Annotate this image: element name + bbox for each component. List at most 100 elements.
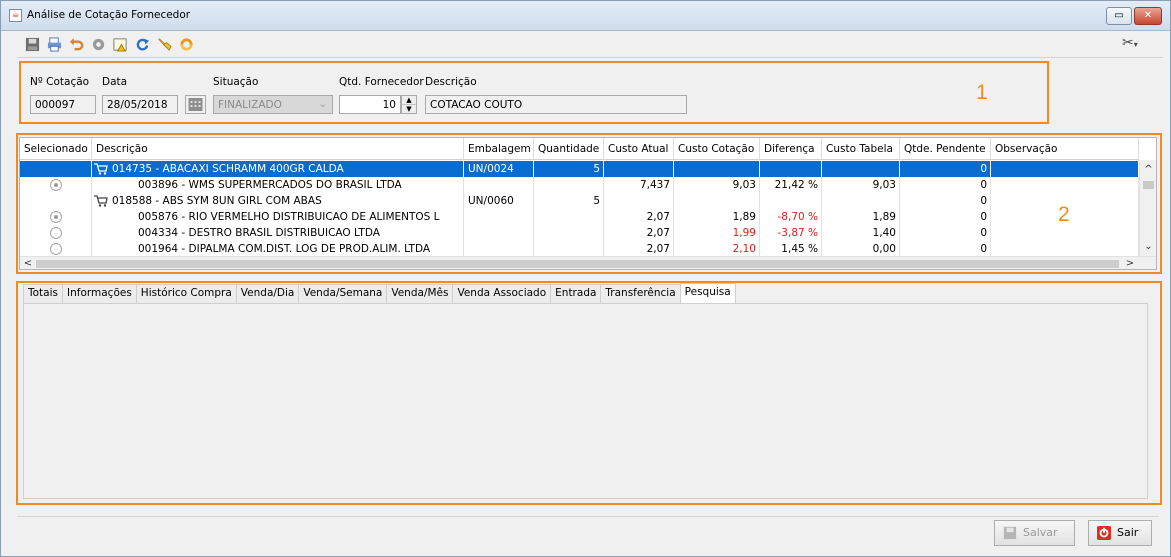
supplier-row[interactable]: 004334 - DESTRO BRASIL DISTRIBUICAO LTDA… — [20, 225, 1139, 241]
tab-historico-compra[interactable]: Histórico Compra — [135, 284, 237, 303]
column-header-custo-atual[interactable]: Custo Atual — [604, 138, 674, 160]
cell-qtde-pendente: 0 — [980, 227, 987, 239]
select-supplier-radio[interactable] — [50, 227, 62, 239]
tab-venda-associado[interactable]: Venda Associado — [452, 284, 552, 303]
cell-custo-tabela: 1,89 — [872, 211, 896, 223]
tab-transferencia[interactable]: Transferência — [600, 284, 681, 303]
descricao-field[interactable]: COTACAO COUTO — [425, 95, 687, 114]
descricao-text: 014735 - ABACAXI SCHRAMM 400GR CALDA — [112, 163, 344, 175]
tab-entrada[interactable]: Entrada — [550, 284, 602, 303]
chevron-down-icon: ⌄ — [318, 98, 327, 110]
supplier-row[interactable]: 005876 - RIO VERMELHO DISTRIBUICAO DE AL… — [20, 209, 1139, 225]
column-header-custo-cotacao[interactable]: Custo Cotação — [674, 138, 760, 160]
column-header-qtde-pendente[interactable]: Qtde. Pendente — [900, 138, 991, 160]
cell-quantidade: 5 — [593, 195, 600, 207]
select-supplier-radio[interactable] — [50, 243, 62, 255]
situacao-label: Situação — [213, 76, 259, 88]
tab-informacoes[interactable]: Informações — [62, 284, 137, 303]
situacao-select[interactable]: FINALIZADO ⌄ — [213, 95, 333, 114]
date-field[interactable]: 28/05/2018 — [102, 95, 178, 114]
cell-descricao: 001964 - DIPALMA COM.DIST. LOG DE PROD.A… — [92, 241, 464, 257]
cell-embalagem: UN/0024 — [468, 163, 514, 175]
column-header-observacao[interactable]: Observação — [991, 138, 1139, 160]
cell-qtde-pendente: 0 — [980, 195, 987, 207]
save-icon[interactable] — [23, 35, 41, 53]
scroll-down-icon[interactable]: ⌄ — [1140, 240, 1156, 254]
cell-custo-tabela — [822, 161, 900, 177]
situacao-value: FINALIZADO — [218, 99, 282, 111]
save-icon — [1003, 526, 1017, 540]
salvar-button[interactable]: Salvar — [994, 520, 1075, 546]
close-window-button[interactable]: ✕ — [1134, 7, 1162, 25]
cart-icon — [94, 195, 108, 207]
tab-venda-mes[interactable]: Venda/Mês — [386, 284, 454, 303]
quotation-grid[interactable]: Selecionado Descrição Embalagem Quantidade C… — [19, 137, 1157, 270]
qtd-spinner[interactable]: ▲ ▼ — [401, 95, 417, 114]
cell-custo-tabela: 1,40 — [872, 227, 896, 239]
cell-diferenca: 21,42 % — [774, 179, 818, 191]
supplier-row[interactable]: 001964 - DIPALMA COM.DIST. LOG DE PROD.A… — [20, 241, 1139, 257]
toolbar — [23, 35, 195, 53]
column-header-quantidade[interactable]: Quantidade — [534, 138, 604, 160]
rotate-icon[interactable] — [177, 35, 195, 53]
select-supplier-radio[interactable] — [50, 211, 62, 223]
cell-quantidade — [534, 225, 604, 241]
cell-embalagem — [464, 241, 534, 257]
tools-menu-icon[interactable]: ✂▾ — [1122, 35, 1148, 53]
minimize-button[interactable]: ▭ — [1106, 7, 1132, 25]
product-row[interactable]: 014735 - ABACAXI SCHRAMM 400GR CALDA UN/0… — [20, 161, 1139, 177]
scroll-up-icon[interactable]: ^ — [1140, 163, 1156, 177]
refresh-icon[interactable] — [133, 35, 151, 53]
settings-icon[interactable] — [89, 35, 107, 53]
product-row[interactable]: 018588 - ABS SYM 8UN GIRL COM ABAS UN/006… — [20, 193, 1139, 209]
cell-quantidade — [534, 177, 604, 193]
exit-icon — [1097, 526, 1111, 540]
vertical-scrollbar[interactable]: ^ ⌄ — [1139, 160, 1156, 256]
cell-custo-atual: 2,07 — [646, 211, 670, 223]
scroll-right-icon[interactable]: > — [1122, 257, 1138, 269]
cell-custo-atual: 2,07 — [646, 227, 670, 239]
footer-separator — [17, 516, 1159, 517]
cell-descricao: 018588 - ABS SYM 8UN GIRL COM ABAS — [92, 193, 464, 209]
supplier-row[interactable]: 003896 - WMS SUPERMERCADOS DO BRASIL LTD… — [20, 177, 1139, 193]
horizontal-scrollbar[interactable]: < > — [20, 256, 1156, 269]
undo-icon[interactable] — [67, 35, 85, 53]
cell-custo-tabela: 9,03 — [872, 179, 896, 191]
report-icon[interactable] — [111, 35, 129, 53]
cell-embalagem — [464, 225, 534, 241]
sair-button[interactable]: Sair — [1088, 520, 1152, 546]
hscroll-thumb[interactable] — [36, 260, 1119, 268]
column-header-embalagem[interactable]: Embalagem — [464, 138, 534, 160]
cotacao-field[interactable]: 000097 — [30, 95, 96, 114]
section-number-2: 2 — [1058, 203, 1070, 226]
column-header-custo-tabela[interactable]: Custo Tabela — [822, 138, 900, 160]
grid-header: Selecionado Descrição Embalagem Quantidade C… — [20, 138, 1139, 160]
qtd-fornecedor-input[interactable]: 10 — [339, 95, 401, 114]
header-form-frame — [19, 61, 1049, 124]
spin-down-icon[interactable]: ▼ — [402, 105, 416, 113]
column-header-selecionado[interactable]: Selecionado — [20, 138, 92, 160]
column-header-diferenca[interactable]: Diferença — [760, 138, 822, 160]
salvar-label: Salvar — [1023, 526, 1058, 539]
tab-venda-dia[interactable]: Venda/Dia — [235, 284, 300, 303]
clear-icon[interactable] — [155, 35, 173, 53]
scroll-thumb[interactable] — [1143, 181, 1154, 189]
cell-quantidade — [534, 209, 604, 225]
print-icon[interactable] — [45, 35, 63, 53]
cell-custo-cotacao: 2,10 — [732, 243, 756, 255]
cell-diferenca: -8,70 % — [777, 211, 818, 223]
tab-totais[interactable]: Totais — [23, 284, 63, 303]
java-app-icon: ☕ — [9, 9, 22, 22]
cell-descricao: 004334 - DESTRO BRASIL DISTRIBUICAO LTDA — [92, 225, 464, 241]
select-supplier-radio[interactable] — [50, 179, 62, 191]
descricao-text: 003896 - WMS SUPERMERCADOS DO BRASIL LTD… — [138, 179, 402, 191]
column-header-descricao[interactable]: Descrição — [92, 138, 464, 160]
tab-venda-semana[interactable]: Venda/Semana — [298, 284, 388, 303]
spin-up-icon[interactable]: ▲ — [402, 96, 416, 105]
scroll-left-icon[interactable]: < — [20, 257, 36, 269]
cell-descricao: 014735 - ABACAXI SCHRAMM 400GR CALDA — [92, 161, 464, 177]
tab-pesquisa[interactable]: Pesquisa — [679, 283, 736, 303]
calendar-button[interactable] — [185, 95, 206, 114]
cell-descricao: 005876 - RIO VERMELHO DISTRIBUICAO DE AL… — [92, 209, 464, 225]
cell-custo-tabela — [822, 193, 900, 209]
